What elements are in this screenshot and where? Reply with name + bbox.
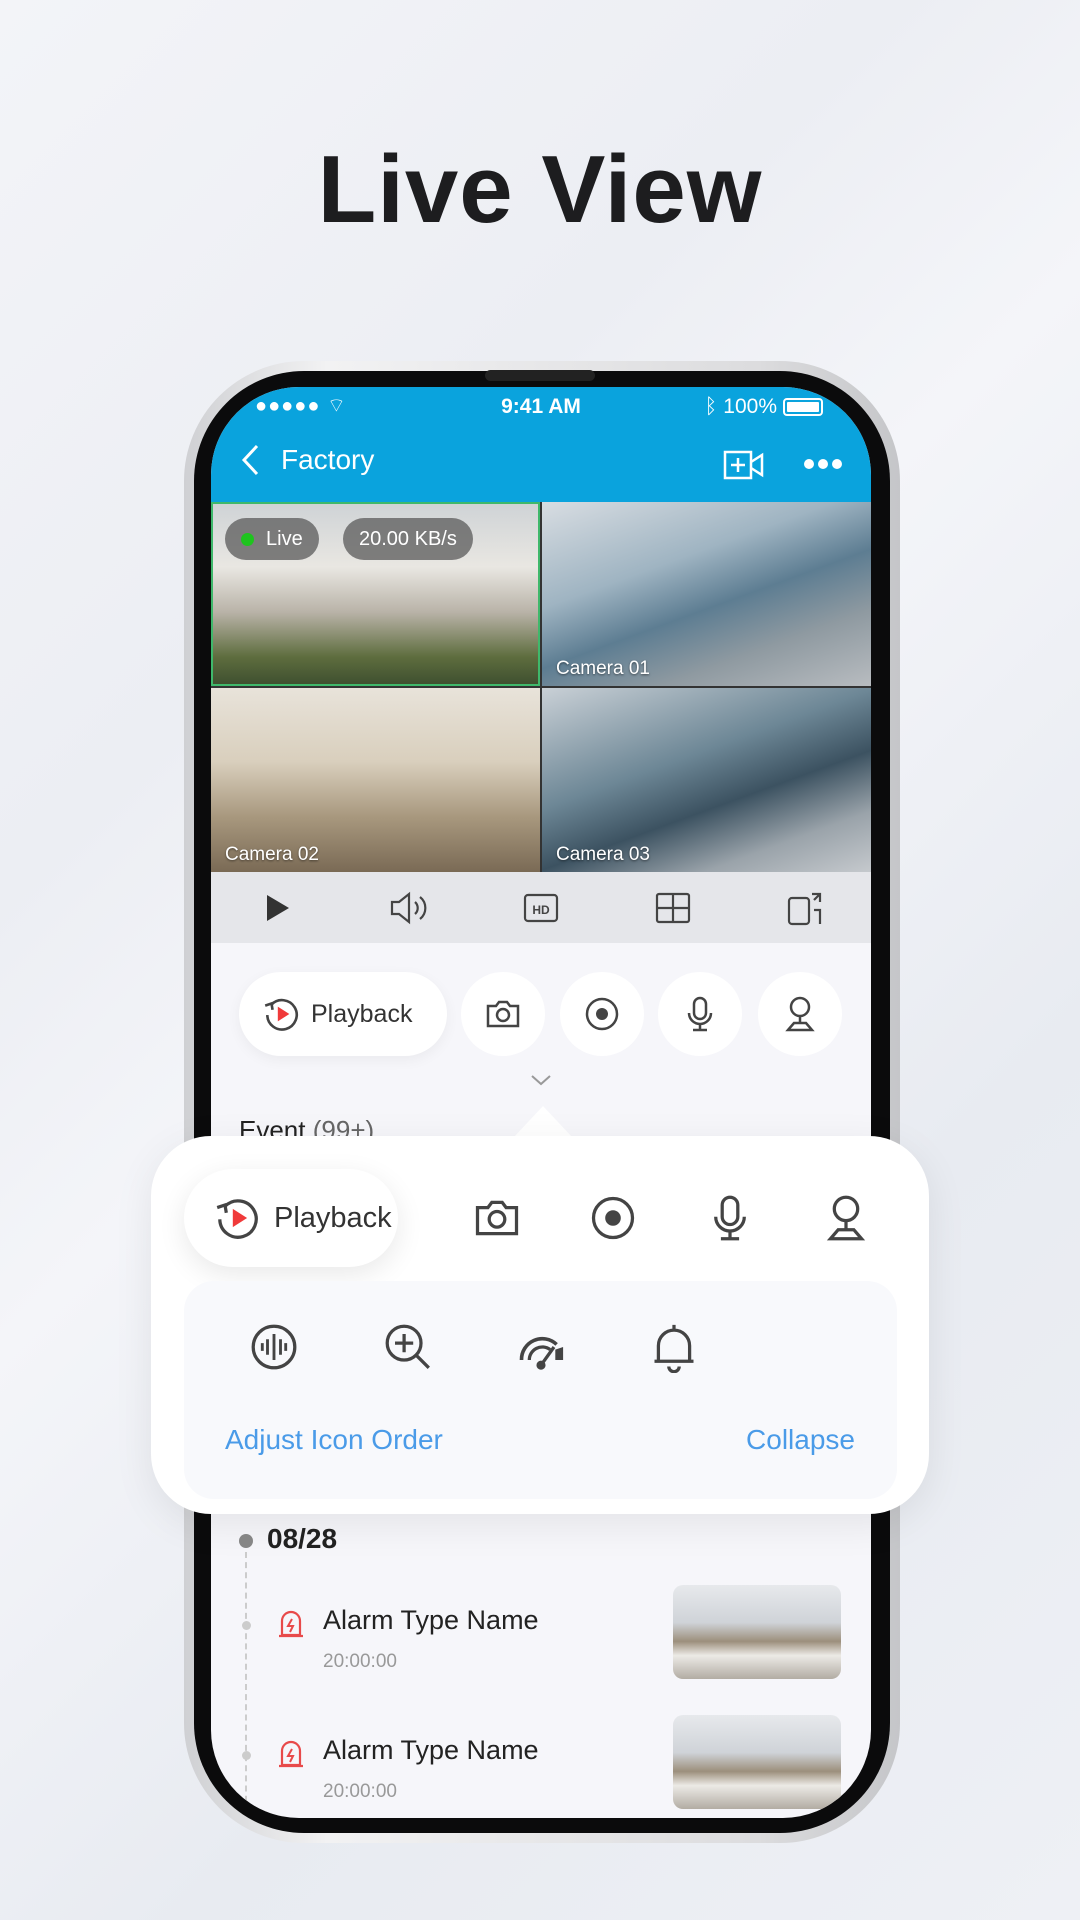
alarm-time: 20:00:00 — [323, 1781, 397, 1802]
microphone-icon[interactable] — [704, 1192, 756, 1244]
speed-gauge-icon[interactable] — [515, 1321, 567, 1373]
list-item[interactable]: Alarm Type Name 20:00:00 — [211, 1585, 871, 1697]
alarm-icon — [279, 1740, 303, 1768]
more-actions-panel: Adjust Icon Order Collapse — [184, 1281, 897, 1499]
ptz-icon[interactable] — [820, 1192, 872, 1244]
camera-label: Camera 03 — [556, 844, 650, 865]
camera-grid: Live 20.00 KB/s Camera 01 Camera 02 Came… — [211, 502, 871, 872]
alarm-name: Alarm Type Name — [323, 1735, 539, 1765]
list-item[interactable]: Alarm Type Name 20:00:00 — [211, 1715, 871, 1818]
back-chevron-left-icon[interactable] — [239, 443, 261, 486]
alarm-icon — [279, 1610, 303, 1638]
timeline-date: 08/28 — [267, 1523, 338, 1554]
rotate-screen-icon[interactable] — [783, 886, 827, 930]
playback-button[interactable]: Playback — [184, 1169, 398, 1267]
grid-layout-icon[interactable] — [651, 886, 695, 930]
collapse-link[interactable]: Collapse — [746, 1424, 855, 1456]
camera-label: Camera 01 — [556, 658, 650, 679]
microphone-icon[interactable] — [658, 972, 742, 1056]
alarm-name: Alarm Type Name — [323, 1605, 539, 1635]
ptz-icon[interactable] — [758, 972, 842, 1056]
zoom-in-icon[interactable] — [382, 1321, 434, 1373]
battery-icon — [783, 398, 823, 416]
camera-tile[interactable]: Live 20.00 KB/s — [211, 502, 540, 686]
app-screen: ●●●●● ⌔ 9:41 AM ᛒ 100% Factory Live 20.00… — [211, 387, 871, 1818]
playback-icon — [212, 1192, 264, 1244]
phone-speaker — [485, 370, 595, 381]
alarm-thumbnail[interactable] — [673, 1715, 841, 1809]
volume-icon[interactable] — [387, 886, 431, 930]
snapshot-camera-icon[interactable] — [471, 1192, 523, 1244]
bell-icon[interactable] — [648, 1321, 700, 1373]
timeline-dot — [239, 1534, 253, 1548]
bluetooth-icon: ᛒ — [704, 395, 718, 418]
playback-icon — [261, 993, 303, 1035]
svg-text:HD: HD — [532, 903, 550, 917]
camera-tile[interactable]: Camera 01 — [542, 502, 871, 686]
audio-wave-icon[interactable] — [248, 1321, 300, 1373]
playback-toolbar: HD — [211, 872, 871, 943]
alarm-time: 20:00:00 — [323, 1651, 397, 1672]
play-icon[interactable] — [255, 886, 299, 930]
expanded-actions-popup: Playback Adjust Icon Order Collapse — [151, 1136, 929, 1514]
adjust-icon-order-link[interactable]: Adjust Icon Order — [225, 1424, 443, 1456]
camera-tile[interactable]: Camera 02 — [211, 688, 540, 872]
alarm-thumbnail[interactable] — [673, 1585, 841, 1679]
expand-chevron-down-icon[interactable] — [529, 1073, 553, 1092]
headline: Live View — [317, 136, 763, 243]
page-title: Factory — [281, 444, 375, 475]
bitrate-badge: 20.00 KB/s — [343, 518, 473, 560]
quick-actions: Playback — [211, 972, 871, 1056]
popup-pointer — [513, 1106, 573, 1138]
live-badge: Live — [225, 518, 319, 560]
camera-label: Camera 02 — [225, 844, 319, 865]
playback-button[interactable]: Playback — [239, 972, 447, 1056]
snapshot-camera-icon[interactable] — [461, 972, 545, 1056]
header: ●●●●● ⌔ 9:41 AM ᛒ 100% Factory — [211, 387, 871, 502]
more-horizontal-icon[interactable] — [803, 457, 843, 476]
battery-percent: 100% — [723, 395, 777, 418]
add-camera-video-plus-icon[interactable] — [723, 449, 765, 486]
record-icon[interactable] — [587, 1192, 639, 1244]
live-dot-icon — [241, 532, 254, 546]
camera-tile[interactable]: Camera 03 — [542, 688, 871, 872]
hd-icon[interactable]: HD — [519, 886, 563, 930]
record-icon[interactable] — [560, 972, 644, 1056]
